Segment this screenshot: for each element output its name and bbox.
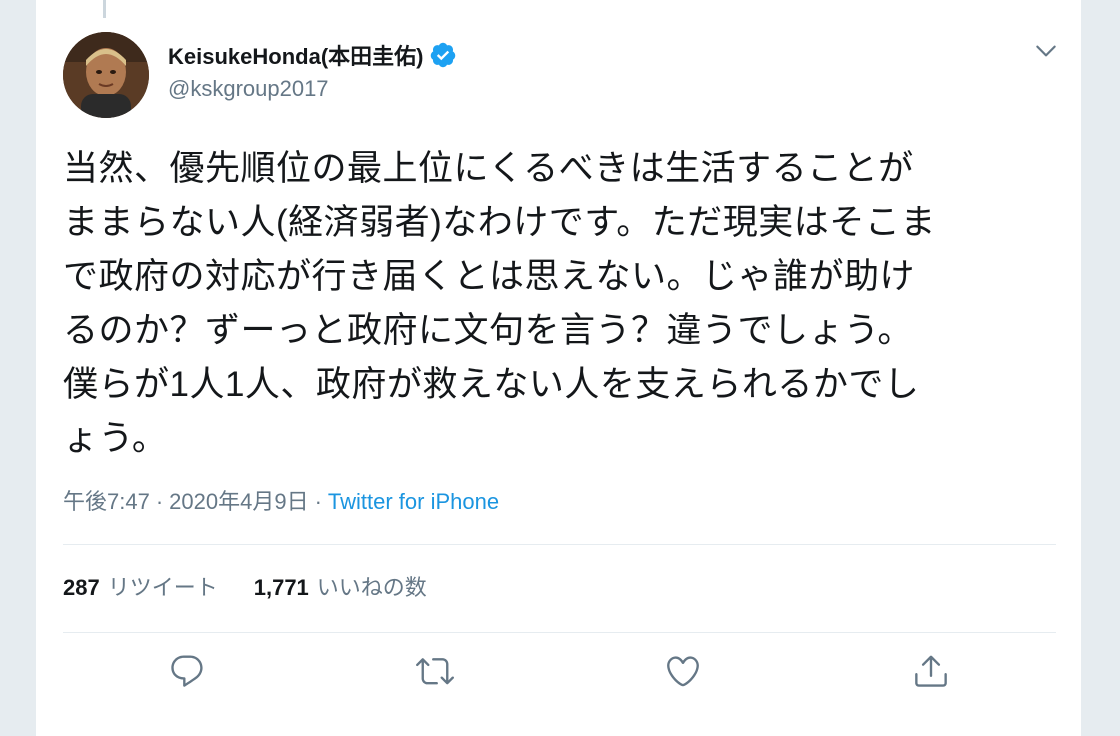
retweet-icon[interactable] <box>416 652 456 696</box>
tweet-text-line: 当然、優先順位の最上位にくるべきは生活することが <box>63 149 914 188</box>
tweet-text-line: で政府の対応が行き届くとは思えない。じゃ誰が助け <box>63 257 916 296</box>
thread-connector-line <box>103 0 106 18</box>
meta-separator: · <box>314 489 322 514</box>
avatar[interactable] <box>63 32 149 118</box>
share-icon[interactable] <box>912 652 952 696</box>
tweet-text-line: ままらない人(経済弱者)なわけです。ただ現実はそこま <box>63 203 936 242</box>
like-count: 1,771 <box>253 575 309 600</box>
retweet-stat[interactable]: 287 リツイート <box>63 570 218 602</box>
divider <box>63 632 1056 633</box>
tweet-text: 当然、優先順位の最上位にくるべきは生活することが ままらない人(経済弱者)なわけ… <box>63 142 1063 466</box>
tweet-author: KeisukeHonda(本田圭佑) @kskgroup2017 <box>168 38 457 102</box>
retweet-label: リツイート <box>107 575 218 600</box>
author-display-name[interactable]: KeisukeHonda(本田圭佑) <box>168 39 423 71</box>
tweet-metadata: 午後7:47 · 2020年4月9日 · Twitter for iPhone <box>63 484 499 516</box>
tweet-date[interactable]: 2020年4月9日 <box>169 489 308 514</box>
divider <box>63 544 1056 545</box>
retweet-count: 287 <box>63 575 100 600</box>
tweet-text-line: ょう。 <box>63 419 168 458</box>
like-label: いいねの数 <box>316 575 427 600</box>
heart-icon[interactable] <box>664 652 704 696</box>
tweet-time[interactable]: 午後7:47 <box>63 489 150 514</box>
tweet-card: KeisukeHonda(本田圭佑) @kskgroup2017 当然、優先順位… <box>35 0 1082 736</box>
tweet-text-line: 僕らが1人1人、政府が救えない人を支えられるかでし <box>63 365 920 404</box>
chevron-down-icon[interactable] <box>1033 38 1059 64</box>
tweet-source-link[interactable]: Twitter for iPhone <box>328 489 499 514</box>
author-handle[interactable]: @kskgroup2017 <box>168 76 457 102</box>
tweet-stats: 287 リツイート 1,771 いいねの数 <box>63 570 463 602</box>
like-stat[interactable]: 1,771 いいねの数 <box>254 570 427 602</box>
tweet-actions <box>36 652 1081 702</box>
tweet-text-line: るのか？ずーっと政府に文句を言う？違うでしょう。 <box>63 311 913 350</box>
verified-badge-icon <box>429 41 457 69</box>
reply-icon[interactable] <box>168 652 208 696</box>
meta-separator: · <box>155 489 164 514</box>
